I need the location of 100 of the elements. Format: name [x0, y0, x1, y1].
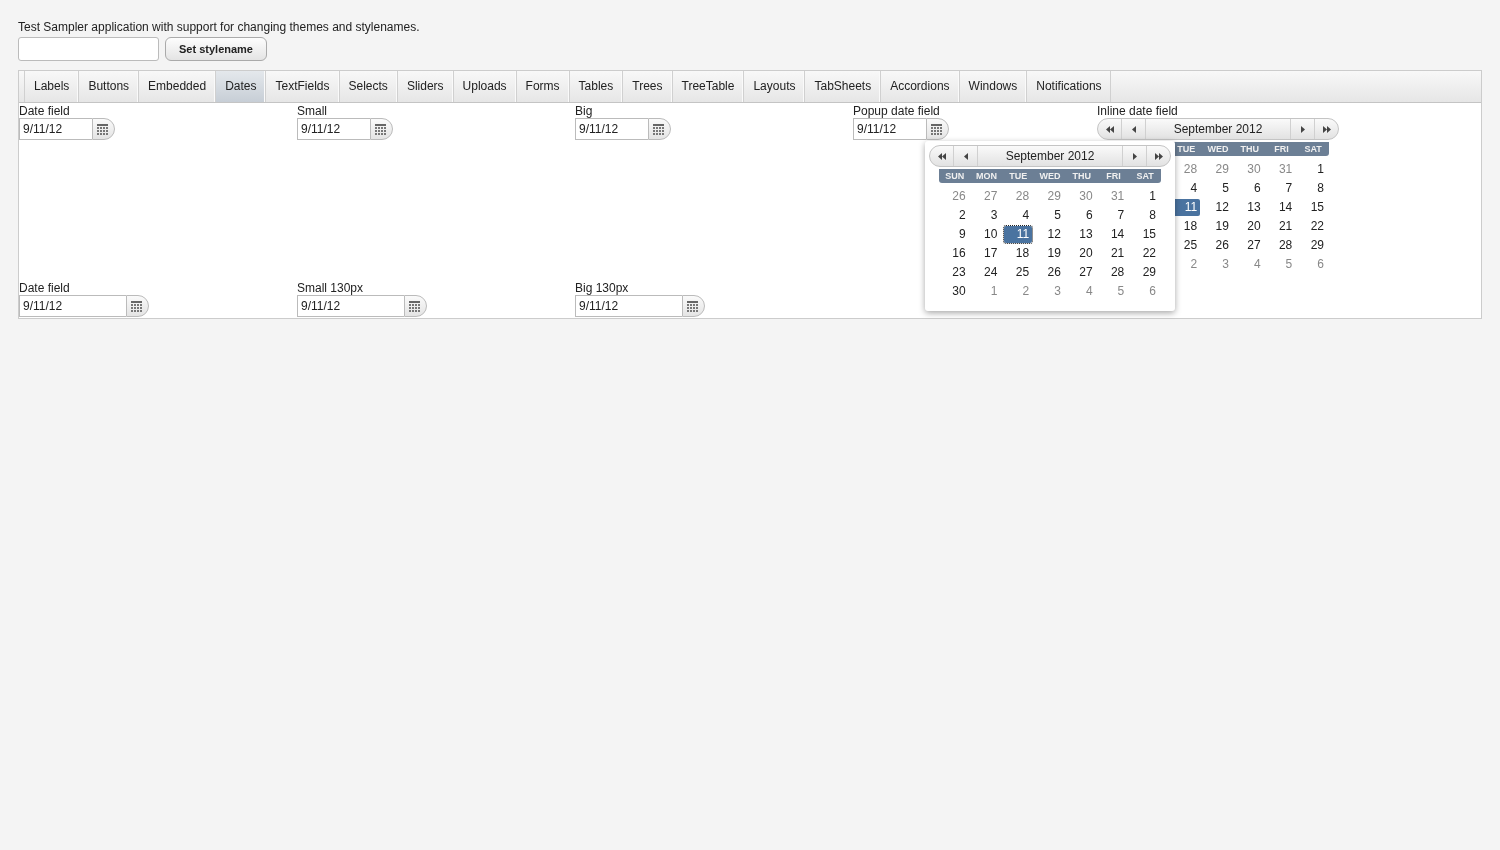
day-cell[interactable]: 1: [1297, 160, 1329, 179]
day-cell[interactable]: 4: [1065, 282, 1098, 301]
day-cell[interactable]: 5: [1034, 206, 1066, 225]
calendar-button[interactable]: [92, 118, 115, 140]
day-cell[interactable]: 28: [1002, 187, 1035, 206]
day-cell[interactable]: 3: [1202, 255, 1234, 274]
day-cell[interactable]: 9: [939, 225, 971, 244]
calendar-button[interactable]: [926, 118, 949, 140]
day-cell[interactable]: 2: [939, 206, 971, 225]
day-cell[interactable]: 13: [1065, 225, 1098, 244]
stylename-field[interactable]: [18, 37, 159, 61]
day-cell[interactable]: 1: [1129, 187, 1161, 206]
day-cell[interactable]: 27: [1233, 236, 1266, 255]
day-cell[interactable]: 4: [1233, 255, 1266, 274]
tab[interactable]: Buttons: [78, 71, 139, 102]
day-cell[interactable]: 5: [1265, 255, 1298, 274]
tab[interactable]: Uploads: [452, 71, 516, 102]
left-arrow-icon: [963, 152, 968, 160]
day-cell[interactable]: 29: [1202, 160, 1234, 179]
day-cell[interactable]: 4: [1002, 206, 1035, 225]
calendar-button[interactable]: [648, 118, 671, 140]
date-field[interactable]: 9/11/12: [575, 118, 648, 140]
day-cell[interactable]: 30: [1065, 187, 1098, 206]
day-cell[interactable]: 14: [1265, 198, 1298, 217]
day-cell[interactable]: 11: [1004, 226, 1033, 243]
day-cell[interactable]: 20: [1065, 244, 1098, 263]
tab[interactable]: Dates: [215, 71, 266, 102]
calendar-button[interactable]: [370, 118, 393, 140]
day-cell[interactable]: 28: [1097, 263, 1130, 282]
day-cell[interactable]: 28: [1265, 236, 1298, 255]
day-cell[interactable]: 15: [1129, 225, 1161, 244]
day-cell[interactable]: 14: [1097, 225, 1130, 244]
date-field[interactable]: 9/11/12: [19, 118, 92, 140]
day-cell[interactable]: 6: [1297, 255, 1329, 274]
day-cell[interactable]: 7: [1097, 206, 1130, 225]
tab[interactable]: Labels: [24, 71, 79, 102]
day-cell[interactable]: 30: [939, 282, 971, 301]
field-label: Big 130px: [575, 281, 630, 295]
tab[interactable]: Layouts: [743, 71, 805, 102]
day-cell[interactable]: 26: [1202, 236, 1234, 255]
day-cell[interactable]: 5: [1097, 282, 1130, 301]
day-cell[interactable]: 6: [1233, 179, 1266, 198]
day-cell[interactable]: 22: [1297, 217, 1329, 236]
calendar-button[interactable]: [682, 295, 705, 317]
day-cell[interactable]: 21: [1097, 244, 1130, 263]
day-cell[interactable]: 10: [970, 225, 1003, 244]
day-cell[interactable]: 7: [1265, 179, 1298, 198]
day-cell[interactable]: 21: [1265, 217, 1298, 236]
day-cell[interactable]: 3: [1034, 282, 1066, 301]
day-cell[interactable]: 29: [1129, 263, 1161, 282]
day-cell[interactable]: 20: [1233, 217, 1266, 236]
day-cell[interactable]: 29: [1297, 236, 1329, 255]
tab[interactable]: TextFields: [265, 71, 339, 102]
day-cell[interactable]: 13: [1233, 198, 1266, 217]
tab[interactable]: Tables: [568, 71, 623, 102]
day-cell[interactable]: 22: [1129, 244, 1161, 263]
day-cell[interactable]: 26: [939, 187, 971, 206]
date-field[interactable]: 9/11/12: [19, 295, 126, 317]
calendar-button[interactable]: [126, 295, 149, 317]
tab[interactable]: TreeTable: [671, 71, 744, 102]
set-stylename-button[interactable]: Set stylename: [165, 37, 267, 61]
day-cell[interactable]: 6: [1129, 282, 1161, 301]
day-cell[interactable]: 8: [1129, 206, 1161, 225]
day-cell[interactable]: 19: [1034, 244, 1066, 263]
day-cell[interactable]: 18: [1002, 244, 1035, 263]
tab[interactable]: TabSheets: [804, 71, 881, 102]
day-cell[interactable]: 24: [970, 263, 1003, 282]
day-cell[interactable]: 16: [939, 244, 971, 263]
day-cell[interactable]: 3: [970, 206, 1003, 225]
date-field[interactable]: 9/11/12: [297, 118, 370, 140]
day-cell[interactable]: 30: [1233, 160, 1266, 179]
tab[interactable]: Trees: [622, 71, 672, 102]
day-cell[interactable]: 19: [1202, 217, 1234, 236]
day-cell[interactable]: 25: [1002, 263, 1035, 282]
day-cell[interactable]: 26: [1034, 263, 1066, 282]
day-cell[interactable]: 31: [1097, 187, 1130, 206]
day-cell[interactable]: 2: [1002, 282, 1035, 301]
tab[interactable]: Accordions: [880, 71, 959, 102]
day-cell[interactable]: 27: [970, 187, 1003, 206]
tab[interactable]: Notifications: [1026, 71, 1111, 102]
tab[interactable]: Windows: [958, 71, 1027, 102]
day-cell[interactable]: 5: [1202, 179, 1234, 198]
tab[interactable]: Sliders: [396, 71, 453, 102]
tab[interactable]: Forms: [515, 71, 569, 102]
day-cell[interactable]: 12: [1034, 225, 1066, 244]
day-cell[interactable]: 23: [939, 263, 971, 282]
day-cell[interactable]: 6: [1065, 206, 1098, 225]
day-cell[interactable]: 31: [1265, 160, 1298, 179]
date-field[interactable]: 9/11/12: [575, 295, 682, 317]
date-field[interactable]: 9/11/12: [853, 118, 926, 140]
day-cell[interactable]: 8: [1297, 179, 1329, 198]
day-cell[interactable]: 17: [970, 244, 1003, 263]
day-cell[interactable]: 29: [1034, 187, 1066, 206]
tab[interactable]: Selects: [338, 71, 397, 102]
day-cell[interactable]: 27: [1065, 263, 1098, 282]
day-cell[interactable]: 12: [1202, 198, 1234, 217]
calendar-button[interactable]: [404, 295, 427, 317]
day-cell[interactable]: 1: [970, 282, 1003, 301]
date-field[interactable]: 9/11/12: [297, 295, 404, 317]
day-cell[interactable]: 15: [1297, 198, 1329, 217]
